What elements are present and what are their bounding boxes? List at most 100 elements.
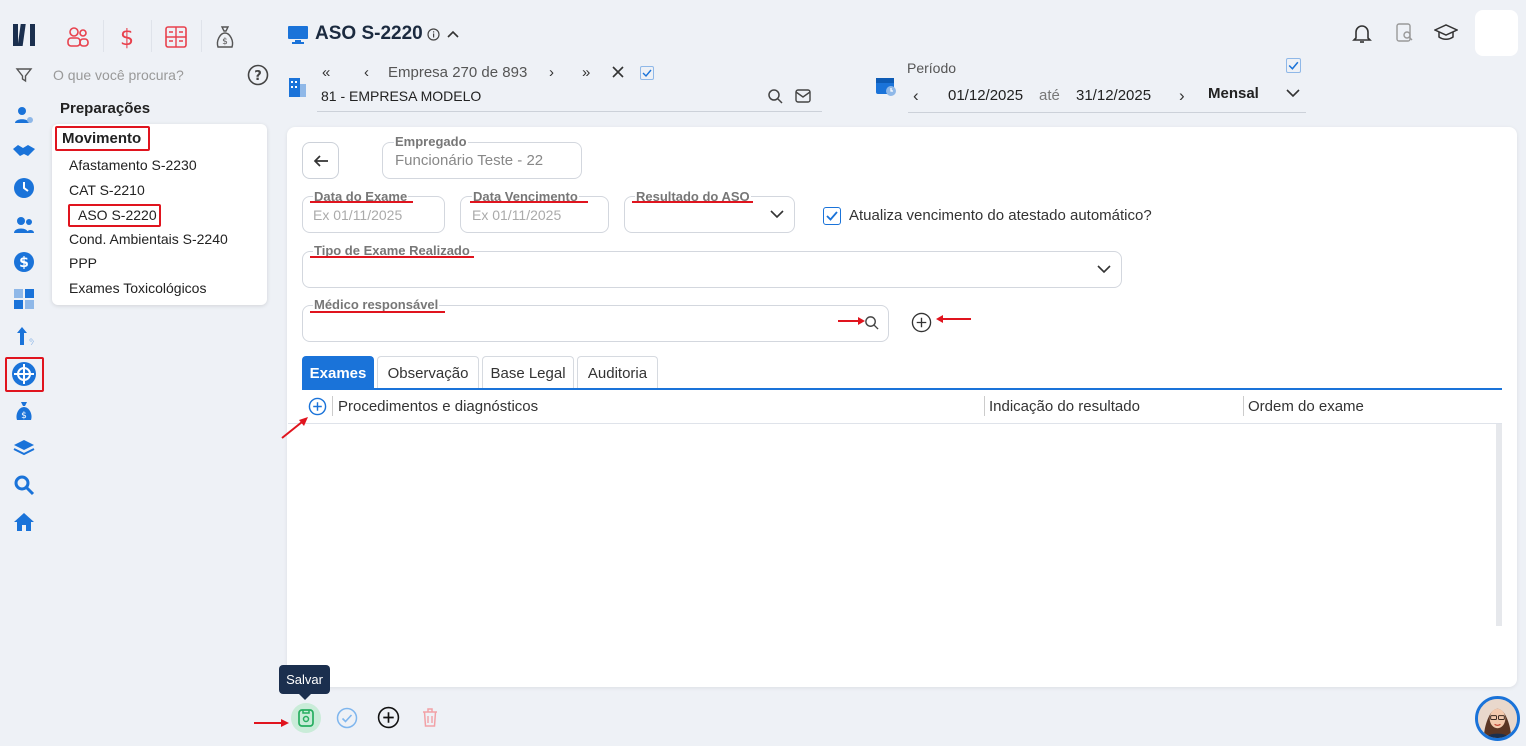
add-doctor-icon[interactable] (911, 312, 932, 333)
due-date-input[interactable]: Ex 01/11/2025 (472, 207, 561, 223)
mail-icon[interactable] (795, 89, 811, 103)
company-underline (317, 111, 822, 112)
plus-circle-icon (377, 706, 400, 729)
dollar-top-icon[interactable]: $ (112, 22, 142, 52)
menu-item-ppp[interactable]: PPP (69, 255, 97, 271)
period-start[interactable]: 01/12/2025 (948, 87, 1023, 104)
column-divider (1243, 396, 1244, 416)
layers-icon[interactable] (10, 434, 38, 462)
exam-date-input[interactable]: Ex 01/11/2025 (313, 207, 402, 223)
result-chevron-down-icon[interactable] (769, 208, 785, 220)
info-icon[interactable] (427, 28, 440, 41)
tab-base-legal[interactable]: Base Legal (482, 356, 574, 389)
building-icon (287, 76, 307, 98)
table-header-border (288, 423, 1502, 424)
graduation-cap-icon[interactable] (1434, 23, 1458, 43)
company-current: 270 (452, 64, 478, 81)
period-prev-button[interactable]: ‹ (913, 86, 919, 106)
company-name[interactable]: 81 - EMPRESA MODELO (321, 88, 481, 104)
add-button[interactable] (377, 706, 400, 729)
exam-type-chevron-down-icon[interactable] (1096, 263, 1112, 275)
people-icon[interactable] (10, 211, 38, 239)
period-underline (908, 112, 1306, 113)
add-row-icon[interactable] (308, 397, 327, 416)
menu-item-cond-ambientais[interactable]: Cond. Ambientais S-2240 (69, 231, 228, 247)
period-end[interactable]: 31/12/2025 (1076, 87, 1151, 104)
tab-exames[interactable]: Exames (302, 356, 374, 389)
employee-value: Funcionário Teste - 22 (395, 152, 544, 169)
doctor-search-icon[interactable] (864, 315, 879, 330)
assistant-avatar[interactable] (1475, 696, 1520, 741)
save-button[interactable] (291, 703, 321, 733)
exam-date-underline (310, 201, 413, 203)
chevron-down-icon[interactable] (1285, 87, 1301, 99)
tab-observacao[interactable]: Observação (377, 356, 479, 389)
menu-item-cat[interactable]: CAT S-2210 (69, 182, 145, 198)
home-icon[interactable] (10, 508, 38, 536)
menu-item-afastamento[interactable]: Afastamento S-2230 (69, 157, 197, 173)
user-settings-icon[interactable] (10, 101, 38, 129)
column-divider (984, 396, 985, 416)
period-checkbox[interactable] (1286, 58, 1301, 73)
result-underline (632, 201, 753, 203)
first-company-button[interactable]: « (322, 64, 330, 81)
document-search-icon[interactable] (1395, 22, 1415, 44)
column-ordem[interactable]: Ordem do exame (1248, 398, 1364, 415)
auto-update-checkbox[interactable] (823, 207, 841, 225)
menu-item-exames-toxicologicos[interactable]: Exames Toxicológicos (69, 280, 206, 296)
menu-section-preparacoes[interactable]: Preparações (60, 100, 150, 117)
period-label: Período (907, 60, 957, 76)
prev-company-button[interactable]: ‹ (364, 64, 369, 81)
chevron-up-icon[interactable] (446, 29, 460, 39)
svg-text:?: ? (254, 69, 262, 84)
save-tooltip: Salvar (279, 665, 330, 700)
search-rail-icon[interactable] (10, 471, 38, 499)
upload-percent-icon[interactable]: % (10, 322, 38, 350)
back-button[interactable] (302, 142, 339, 179)
column-divider (332, 396, 333, 416)
tab-auditoria[interactable]: Auditoria (577, 356, 658, 389)
last-company-button[interactable]: » (582, 64, 590, 81)
assistant-face-icon (1478, 699, 1517, 738)
filter-icon[interactable] (10, 61, 38, 89)
table-scrollbar[interactable] (1496, 424, 1502, 626)
company-search-icon[interactable] (767, 88, 783, 104)
group-icon[interactable] (63, 22, 93, 52)
search-input[interactable]: O que você procura? (53, 67, 184, 83)
next-company-button[interactable]: › (549, 64, 554, 81)
bell-icon[interactable] (1352, 22, 1372, 44)
due-date-underline (470, 201, 588, 203)
page-title: ASO S-2220 (315, 23, 423, 44)
doctor-underline (310, 311, 445, 313)
calendar-icon (875, 75, 897, 97)
dollar-icon[interactable]: $ (10, 248, 38, 276)
help-icon[interactable]: ? (247, 64, 269, 86)
calculator-top-icon[interactable] (161, 22, 191, 52)
period-mode-select[interactable]: Mensal (1208, 85, 1259, 102)
menu-item-aso[interactable]: ASO S-2220 (78, 207, 157, 223)
handshake-icon[interactable] (10, 137, 38, 165)
svg-text:%: % (29, 338, 34, 347)
arrow-left-icon (313, 154, 328, 167)
menu-section-movimento[interactable]: Movimento (62, 130, 141, 147)
confirm-button[interactable] (336, 707, 358, 729)
company-label: Empresa (388, 64, 449, 81)
money-bag-icon[interactable]: $ (10, 397, 38, 425)
company-checkbox[interactable] (640, 66, 654, 80)
calculator-icon[interactable] (10, 285, 38, 313)
logo-icon (13, 24, 35, 46)
column-indicacao[interactable]: Indicação do resultado (989, 398, 1140, 415)
app-logo[interactable] (12, 22, 38, 48)
annotation-arrow-add-doctor (935, 313, 971, 325)
auto-update-label[interactable]: Atualiza vencimento do atestado automáti… (849, 207, 1152, 224)
period-next-button[interactable]: › (1179, 86, 1185, 106)
settings-network-icon[interactable] (10, 360, 38, 388)
user-avatar-box[interactable] (1475, 10, 1518, 56)
clock-icon[interactable] (10, 174, 38, 202)
money-bag-top-icon[interactable]: $ (210, 22, 240, 52)
svg-text:$: $ (21, 411, 27, 421)
column-procedimentos[interactable]: Procedimentos e diagnósticos (338, 398, 538, 415)
delete-button[interactable] (420, 706, 440, 728)
close-icon[interactable] (612, 66, 624, 78)
annotation-arrow-doctor-search (836, 315, 866, 327)
